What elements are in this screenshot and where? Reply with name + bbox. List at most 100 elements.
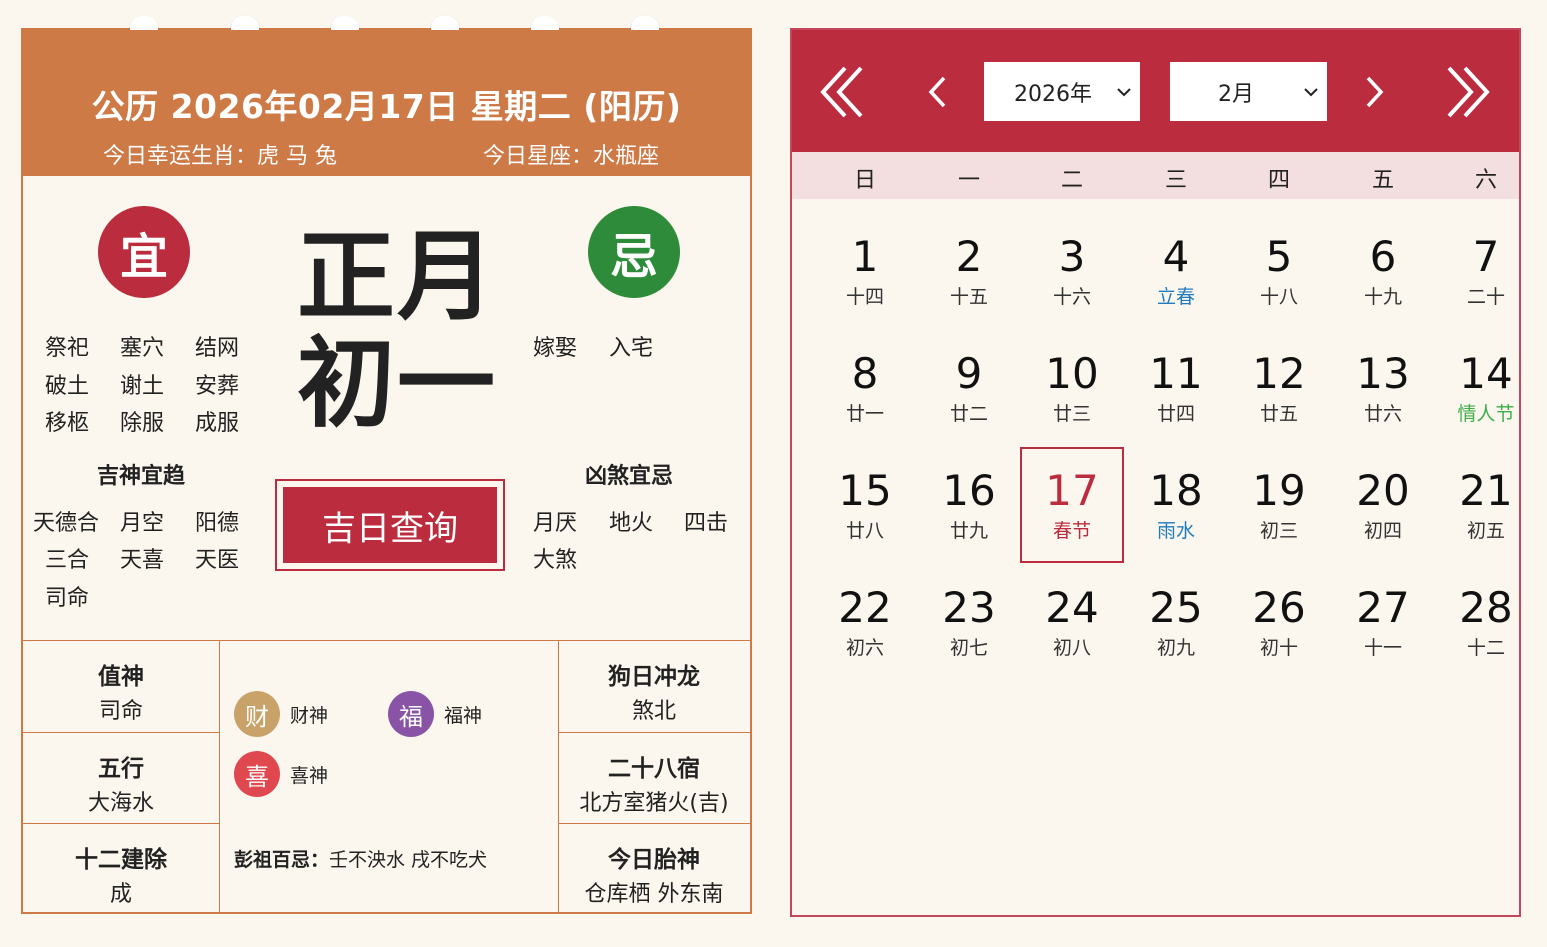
day-number: 17 — [1045, 466, 1099, 515]
day-number: 1 — [851, 232, 879, 281]
calendar-day[interactable]: 2 十五 — [919, 226, 1019, 338]
calendar-day[interactable]: 13 廿六 — [1333, 343, 1433, 455]
calendar-day[interactable]: 28 十二 — [1436, 577, 1536, 689]
lunar-date: 初八 — [1052, 637, 1091, 659]
month-select[interactable]: 2月 — [1170, 62, 1327, 121]
day-number: 21 — [1459, 466, 1513, 515]
day-number: 6 — [1369, 232, 1397, 281]
chevron-down-icon — [1117, 88, 1131, 97]
zhishen-value: 司命 — [98, 699, 143, 724]
caishen-icon: 财 — [234, 691, 280, 737]
day-number: 5 — [1265, 232, 1293, 281]
almanac-panel: 公历 2026年02月17日 星期二 (阳历) 今日幸运生肖：虎 马 兔 今日星… — [21, 16, 752, 914]
calendar-day[interactable]: 16 廿九 — [919, 460, 1019, 572]
calendar-day[interactable]: 25 初九 — [1126, 577, 1226, 689]
auspicious-item: 月空 — [120, 511, 165, 536]
chevron-down-icon — [1304, 88, 1318, 97]
weekday-label: 六 — [1474, 168, 1497, 193]
auspicious-item: 司命 — [45, 586, 90, 611]
calendar-day[interactable]: 5 十八 — [1229, 226, 1329, 338]
chong-cell: 狗日冲龙 煞北 — [558, 657, 750, 725]
divider — [558, 823, 750, 824]
lunar-date: 情人节 — [1457, 403, 1515, 425]
auspicious-item: 天医 — [195, 548, 240, 573]
lunar-date: 十五 — [949, 286, 988, 308]
caishen: 财 财神 — [234, 691, 328, 737]
calendar-day[interactable]: 1 十四 — [815, 226, 915, 338]
day-number: 23 — [942, 583, 996, 632]
lunar-date: 廿五 — [1259, 403, 1298, 425]
caishen-label: 财神 — [290, 704, 329, 727]
lunar-date: 十六 — [1052, 286, 1091, 308]
lunar-date: 初九 — [1156, 637, 1195, 659]
lunar-date: 春节 — [1052, 520, 1091, 542]
calendar-day[interactable]: 15 廿八 — [815, 460, 915, 572]
calendar-day[interactable]: 23 初七 — [919, 577, 1019, 689]
day-number: 27 — [1356, 583, 1410, 632]
day-number: 8 — [851, 349, 879, 398]
divider — [219, 640, 220, 912]
calendar-day[interactable]: 14 情人节 — [1436, 343, 1536, 455]
calendar-day[interactable]: 27 十一 — [1333, 577, 1433, 689]
auspicious-item: 阳德 — [195, 511, 240, 536]
wuxing-value: 大海水 — [87, 791, 154, 816]
prev-year-button[interactable] — [812, 60, 872, 124]
chevron-right-icon — [1366, 76, 1384, 108]
calendar-day[interactable]: 20 初四 — [1333, 460, 1433, 572]
calendar-day[interactable]: 17 春节 — [1020, 447, 1124, 563]
day-number: 18 — [1149, 466, 1203, 515]
day-number: 12 — [1252, 349, 1306, 398]
yi-item: 塞穴 — [120, 336, 165, 361]
weekday-label: 四 — [1267, 168, 1290, 193]
calendar-day[interactable]: 10 廿三 — [1022, 343, 1122, 455]
day-number: 9 — [955, 349, 983, 398]
year-select[interactable]: 2026年 — [984, 62, 1140, 121]
yi-item: 安葬 — [195, 374, 240, 399]
ji-item: 嫁娶 — [533, 336, 578, 361]
divider — [558, 732, 750, 733]
weekday-label: 五 — [1371, 168, 1394, 193]
calendar-day[interactable]: 3 十六 — [1022, 226, 1122, 338]
zhishen-title: 值神 — [98, 664, 144, 690]
calendar-day[interactable]: 19 初三 — [1229, 460, 1329, 572]
calendar-day[interactable]: 7 二十 — [1436, 226, 1536, 338]
calendar-day[interactable]: 22 初六 — [815, 577, 915, 689]
chevron-left-icon — [928, 76, 946, 108]
day-number: 13 — [1356, 349, 1410, 398]
xishen: 喜 喜神 — [234, 751, 328, 797]
day-number: 28 — [1459, 583, 1513, 632]
lunar-date: 廿二 — [949, 403, 988, 425]
lucky-day-query: 吉日查询 — [275, 479, 505, 571]
fushen-label: 福神 — [444, 704, 483, 727]
chong-value: 煞北 — [631, 699, 676, 724]
yi-item: 祭祀 — [45, 336, 90, 361]
yi-item: 移柩 — [45, 411, 90, 436]
calendar-day[interactable]: 24 初八 — [1022, 577, 1122, 689]
lucky-day-query-button[interactable]: 吉日查询 — [283, 487, 497, 563]
day-number: 26 — [1252, 583, 1306, 632]
calendar-day[interactable]: 21 初五 — [1436, 460, 1536, 572]
calendar-day[interactable]: 18 雨水 — [1126, 460, 1226, 572]
day-number: 22 — [838, 583, 892, 632]
calendar-day[interactable]: 11 廿四 — [1126, 343, 1226, 455]
calendar-day[interactable]: 9 廿二 — [919, 343, 1019, 455]
calendar-day[interactable]: 6 十九 — [1333, 226, 1433, 338]
inauspicious-item: 四击 — [684, 511, 729, 536]
yi-item: 除服 — [120, 411, 165, 436]
calendar-header: 2026年 2月 — [792, 30, 1519, 152]
calendar-day[interactable]: 26 初十 — [1229, 577, 1329, 689]
yi-item: 成服 — [195, 411, 240, 436]
calendar-day[interactable]: 12 廿五 — [1229, 343, 1329, 455]
auspicious-item: 天喜 — [120, 548, 165, 573]
calendar-day[interactable]: 4 立春 — [1126, 226, 1226, 338]
prev-month-button[interactable] — [908, 60, 968, 124]
next-month-button[interactable] — [1344, 60, 1404, 124]
next-year-button[interactable] — [1438, 60, 1498, 124]
day-number: 10 — [1045, 349, 1099, 398]
divider — [23, 732, 219, 733]
calendar-day[interactable]: 8 廿一 — [815, 343, 915, 455]
inauspicious-title: 凶煞宜忌 — [585, 464, 674, 489]
lunar-date: 初七 — [949, 637, 988, 659]
xiu-cell: 二十八宿 北方室猪火(吉) — [558, 749, 750, 817]
day-number: 20 — [1356, 466, 1410, 515]
